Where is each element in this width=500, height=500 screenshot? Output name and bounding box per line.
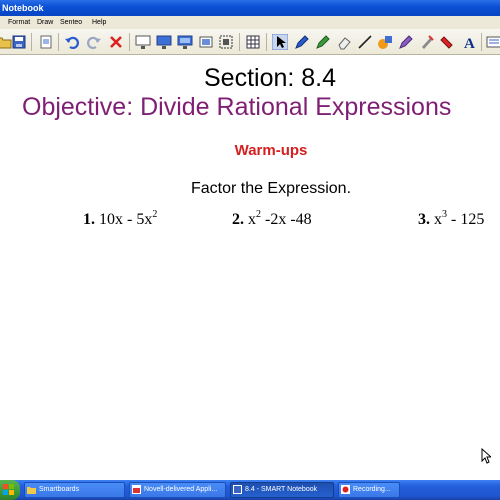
- task-label: Novell-delivered Appli...: [144, 486, 218, 493]
- full-screen-icon[interactable]: [177, 34, 193, 50]
- menu-draw[interactable]: Draw: [37, 16, 53, 29]
- fill-icon[interactable]: [419, 34, 435, 50]
- properties-icon[interactable]: [486, 34, 500, 50]
- taskbar-item-novell[interactable]: Novell-delivered Appli...: [129, 482, 226, 498]
- taskbar-item-smart-notebook[interactable]: 8.4 - SMART Notebook: [230, 482, 334, 498]
- title-bar: Notebook: [0, 0, 500, 16]
- recorder-icon: [341, 485, 350, 494]
- problem-expression-tail: - 125: [447, 211, 485, 228]
- capture-icon[interactable]: [198, 34, 214, 50]
- svg-text:A: A: [464, 36, 475, 50]
- warmups-heading: Warm-ups: [234, 142, 308, 159]
- start-button[interactable]: [0, 480, 20, 500]
- menu-format[interactable]: Format: [8, 16, 30, 29]
- problem-1: 1. 10x - 5x2: [83, 209, 158, 229]
- notebook-page[interactable]: Section: 8.4 Objective: Divide Rational …: [0, 56, 500, 480]
- toolbar: A: [0, 29, 500, 55]
- task-label: Recording...: [353, 486, 391, 493]
- problem-expression-tail: -2x -48: [261, 211, 312, 228]
- screen-shade-icon[interactable]: [135, 34, 151, 50]
- folder-icon: [27, 487, 36, 494]
- objective-title: Objective: Divide Rational Expressions: [22, 93, 452, 121]
- problem-expression: 10x - 5x: [99, 211, 153, 228]
- table-icon[interactable]: [245, 34, 261, 50]
- save-icon[interactable]: [11, 34, 27, 50]
- application-icon: [132, 485, 141, 494]
- windows-logo-icon: [3, 484, 14, 495]
- display-icon[interactable]: [156, 34, 172, 50]
- redo-icon[interactable]: [86, 34, 102, 50]
- problem-2: 2. x2 -2x -48: [232, 210, 312, 229]
- line-icon[interactable]: [357, 34, 373, 50]
- problem-number: 3.: [418, 211, 430, 228]
- problem-3: 3. x3 - 125: [418, 210, 485, 229]
- undo-icon[interactable]: [64, 34, 80, 50]
- taskbar: Smartboards Novell-delivered Appli... 8.…: [0, 480, 500, 500]
- taskbar-item-recording[interactable]: Recording...: [338, 482, 400, 498]
- problem-expression: x: [434, 211, 442, 228]
- magic-pen-icon[interactable]: [398, 34, 414, 50]
- delete-icon[interactable]: [108, 34, 124, 50]
- window-title: Notebook: [2, 3, 44, 13]
- task-label: 8.4 - SMART Notebook: [245, 486, 318, 493]
- page-icon[interactable]: [38, 34, 54, 50]
- problem-number: 2.: [232, 211, 244, 228]
- menu-bar: Format Draw Senteo Help: [0, 16, 500, 29]
- pen-icon[interactable]: [294, 34, 310, 50]
- problem-number: 1.: [83, 211, 95, 228]
- mouse-cursor-icon: [481, 448, 491, 464]
- task-label: Smartboards: [39, 486, 80, 493]
- smart-notebook-icon: [233, 485, 242, 494]
- screen-capture-icon[interactable]: [218, 34, 234, 50]
- menu-help[interactable]: Help: [92, 16, 106, 29]
- paint-icon[interactable]: [440, 34, 456, 50]
- text-icon[interactable]: A: [461, 34, 477, 50]
- problem-exponent: 2: [152, 209, 158, 220]
- section-title: Section: 8.4: [203, 64, 337, 92]
- taskbar-item-smartboards[interactable]: Smartboards: [24, 482, 125, 498]
- creative-pen-icon[interactable]: [315, 34, 331, 50]
- menu-senteo[interactable]: Senteo: [60, 16, 82, 29]
- instruction-text: Factor the Expression.: [190, 180, 352, 197]
- problem-expression: x: [248, 211, 256, 228]
- eraser-icon[interactable]: [336, 34, 352, 50]
- select-icon[interactable]: [272, 34, 288, 50]
- shapes-icon[interactable]: [377, 34, 393, 50]
